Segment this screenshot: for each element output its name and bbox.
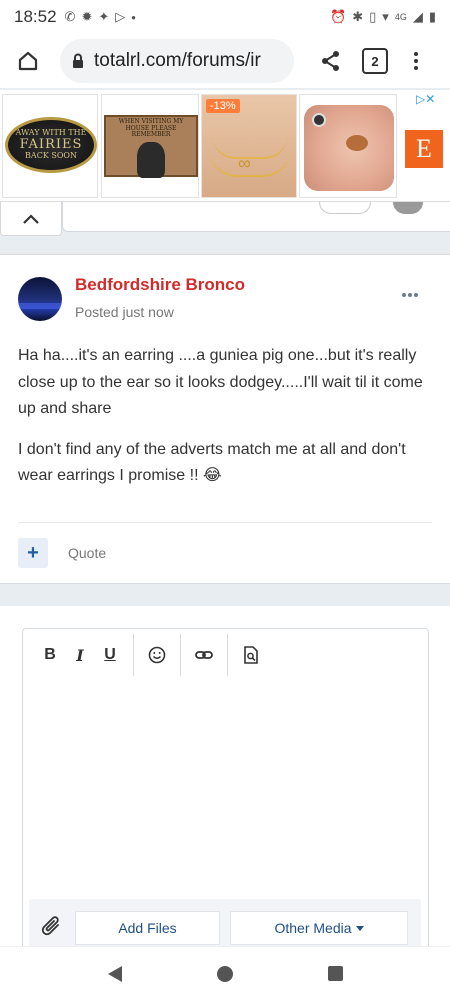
whatsapp-icon: ✆: [64, 9, 76, 24]
wifi-icon: ▾: [382, 9, 389, 24]
post-timestamp[interactable]: Posted just now: [75, 304, 174, 320]
android-icon: ✦: [98, 9, 110, 24]
address-bar[interactable]: totalrl.com/forums/ir: [60, 39, 294, 83]
settings-notification-icon: ✹: [81, 9, 93, 24]
editor-toolbar: B I U: [23, 629, 428, 681]
plaque-text-main: FAIRIES: [19, 136, 83, 152]
bold-button[interactable]: B: [35, 640, 65, 670]
ad-product-plaque[interactable]: AWAY WITH THE FAIRIES BACK SOON: [2, 94, 98, 198]
toolbar-separator: [133, 634, 134, 676]
post-options-button[interactable]: [402, 293, 418, 297]
link-button[interactable]: [189, 640, 219, 670]
ad-banner: AWAY WITH THE FAIRIES BACK SOON WHEN VIS…: [0, 90, 450, 202]
dot-icon: [414, 59, 418, 63]
reply-section: B I U Add Files Other Media: [0, 606, 450, 958]
home-circle-icon[interactable]: [216, 965, 233, 982]
recents-icon[interactable]: [327, 966, 343, 981]
underline-button[interactable]: U: [95, 640, 125, 670]
add-files-button[interactable]: Add Files: [75, 911, 220, 945]
other-media-button[interactable]: Other Media: [230, 911, 408, 945]
caret-down-icon: [355, 925, 364, 931]
battery-icon: ▮: [428, 9, 436, 24]
home-icon: [18, 51, 38, 71]
dot-icon: [402, 293, 406, 297]
share-icon: [322, 51, 339, 71]
guinea-pig-shape: [346, 135, 368, 151]
multiquote-button[interactable]: +: [18, 538, 48, 568]
url-text: totalrl.com/forums/ir: [94, 50, 261, 71]
preview-button[interactable]: [236, 640, 266, 670]
dot-icon: •: [131, 9, 136, 25]
reaction-partial: [319, 202, 371, 214]
reply-editor[interactable]: B I U Add Files Other Media: [22, 628, 429, 958]
home-button[interactable]: [10, 43, 46, 79]
browser-toolbar: totalrl.com/forums/ir 2: [0, 34, 450, 88]
sign-text: WHEN VISITING MY HOUSE PLEASE REMEMBER: [118, 118, 184, 139]
paperclip-icon: [41, 913, 63, 942]
earring-image: [304, 105, 394, 191]
status-time: 18:52: [14, 7, 57, 26]
dot-icon: [414, 293, 418, 297]
post-author[interactable]: Bedfordshire Bronco: [75, 275, 245, 295]
back-icon[interactable]: [107, 965, 122, 982]
signal-icon: ◢: [412, 9, 423, 24]
italic-button[interactable]: I: [65, 640, 95, 670]
plaque-text-bottom: BACK SOON: [25, 151, 77, 161]
forum-post: Bedfordshire Bronco Posted just now Ha h…: [0, 254, 450, 584]
divider: [18, 522, 432, 523]
previous-post-footer: [62, 202, 450, 232]
quote-button[interactable]: Quote: [68, 545, 106, 561]
vibrate-icon: ▯: [369, 9, 377, 24]
other-media-label: Other Media: [274, 920, 352, 936]
infinity-icon: ∞: [238, 153, 251, 173]
link-icon: [195, 651, 213, 659]
dot-icon: [414, 66, 418, 70]
collapse-ad-button[interactable]: [0, 202, 62, 236]
post-paragraph: I don't find any of the adverts match me…: [18, 440, 406, 485]
avatar[interactable]: [18, 277, 62, 321]
chevron-up-icon: [23, 213, 39, 224]
plaque-image: AWAY WITH THE FAIRIES BACK SOON: [5, 117, 97, 173]
alarm-icon: ⏰: [330, 9, 347, 24]
system-icons: ⏰ ✱ ▯ ▾ 4G ◢ ▮: [330, 9, 436, 25]
avatar-partial: [393, 202, 423, 214]
sign-image: WHEN VISITING MY HOUSE PLEASE REMEMBER: [104, 115, 198, 178]
discount-badge: -13%: [206, 99, 240, 113]
dot-icon: [414, 52, 418, 56]
emoji-button[interactable]: [142, 640, 172, 670]
play-icon: ▷: [115, 9, 126, 24]
ad-product-sign[interactable]: WHEN VISITING MY HOUSE PLEASE REMEMBER: [101, 94, 199, 198]
overflow-menu-button[interactable]: [406, 52, 426, 70]
status-bar: 18:52 ✆ ✹ ✦ ▷ • ⏰ ✱ ▯ ▾ 4G ◢ ▮: [0, 0, 450, 34]
cat-image: [137, 141, 165, 178]
ad-product-earring[interactable]: [299, 94, 397, 198]
bluetooth-icon: ✱: [352, 9, 364, 24]
ad-choices-icon[interactable]: ▷✕: [416, 92, 435, 106]
preview-icon: [244, 646, 258, 664]
system-navigation-bar: [0, 946, 450, 1000]
stud-shape: [312, 113, 326, 127]
ad-product-anklet[interactable]: ∞ -13%: [201, 94, 297, 198]
dot-icon: [408, 293, 412, 297]
notification-icons: ✆ ✹ ✦ ▷ •: [65, 9, 136, 25]
toolbar-separator: [180, 634, 181, 676]
smiley-icon: [148, 646, 166, 664]
toolbar-separator: [227, 634, 228, 676]
lock-icon: [72, 53, 84, 69]
tab-switcher-button[interactable]: 2: [362, 48, 388, 74]
attachments-bar: Add Files Other Media: [29, 899, 421, 949]
post-paragraph: Ha ha....it's an earring ....a guniea pi…: [18, 347, 423, 417]
etsy-logo[interactable]: E: [405, 130, 443, 168]
post-content: Ha ha....it's an earring ....a guniea pi…: [18, 343, 434, 504]
share-button[interactable]: [316, 43, 346, 79]
network-label: 4G: [394, 12, 407, 22]
